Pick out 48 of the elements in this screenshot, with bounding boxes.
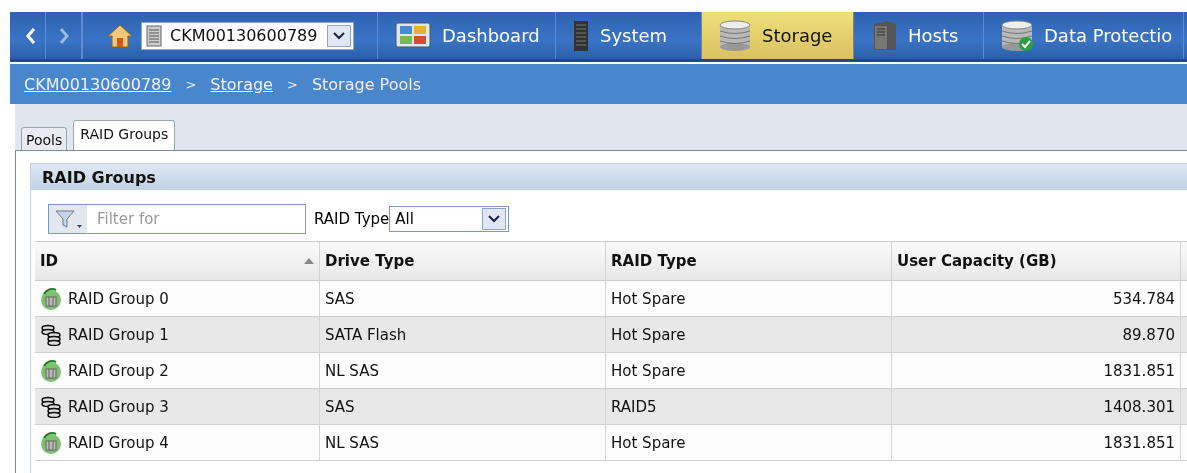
forward-icon — [57, 26, 70, 45]
table-cell: Hot Spare — [611, 361, 686, 380]
table-cell: Hot Spare — [611, 289, 686, 308]
table-cell: 89.870 — [1122, 325, 1175, 344]
back-icon — [24, 26, 37, 45]
nav-tab[interactable]: Data Protectio — [984, 12, 1184, 59]
tab[interactable]: Pools — [21, 127, 68, 150]
table-cell: SAS — [325, 289, 355, 308]
system-select[interactable]: CKM00130600789 — [141, 21, 355, 50]
column-header[interactable]: Drive Type — [320, 242, 606, 280]
home-icon[interactable] — [107, 23, 133, 48]
server-rack-icon — [572, 19, 590, 52]
table-cell: NL SAS — [325, 361, 379, 380]
nav-tab[interactable]: System — [556, 12, 702, 59]
table-cell: RAID Group 0 — [68, 289, 169, 308]
table-cell: RAID Group 1 — [68, 325, 169, 344]
dropdown-icon — [332, 30, 347, 41]
column-header[interactable]: RAID Type — [606, 242, 892, 280]
dropdown-icon — [487, 214, 502, 224]
table-cell: NL SAS — [325, 433, 379, 452]
table-cell: RAID Group 2 — [68, 361, 169, 380]
table-cell: RAID Group 4 — [68, 433, 169, 452]
server-icon — [146, 24, 162, 47]
raid-type-select[interactable]: All — [389, 206, 510, 232]
table-cell: 1408.301 — [1103, 397, 1175, 416]
table-cell: 534.784 — [1113, 289, 1175, 308]
breadcrumb-current: Storage Pools — [311, 74, 421, 94]
database-icon — [718, 19, 752, 52]
table-cell: RAID Group 3 — [68, 397, 169, 416]
table-cell: 1831.851 — [1103, 361, 1175, 380]
nav-tab[interactable]: Hosts — [854, 12, 984, 59]
column-header[interactable]: User Capacity (GB) — [892, 242, 1181, 280]
nav-tab[interactable]: Dashboard — [378, 12, 556, 59]
raid-type-label: RAID Type — [314, 210, 390, 228]
table-cell: Hot Spare — [611, 433, 686, 452]
table-cell: 1831.851 — [1103, 433, 1175, 452]
column-header[interactable]: ID — [35, 242, 320, 280]
table-cell: SAS — [325, 397, 355, 416]
database-check-icon — [1000, 19, 1034, 52]
breadcrumb-separator: > — [286, 76, 298, 92]
panel-title: RAID Groups — [31, 164, 1187, 190]
tab[interactable]: RAID Groups — [73, 120, 176, 150]
breadcrumb-separator: > — [185, 76, 197, 92]
table-cell: RAID5 — [611, 397, 657, 416]
nav-tab[interactable]: Storage — [702, 12, 854, 59]
dashboard-icon — [394, 20, 432, 51]
table-cell: Hot Spare — [611, 325, 686, 344]
table-cell: SATA Flash — [325, 325, 407, 344]
